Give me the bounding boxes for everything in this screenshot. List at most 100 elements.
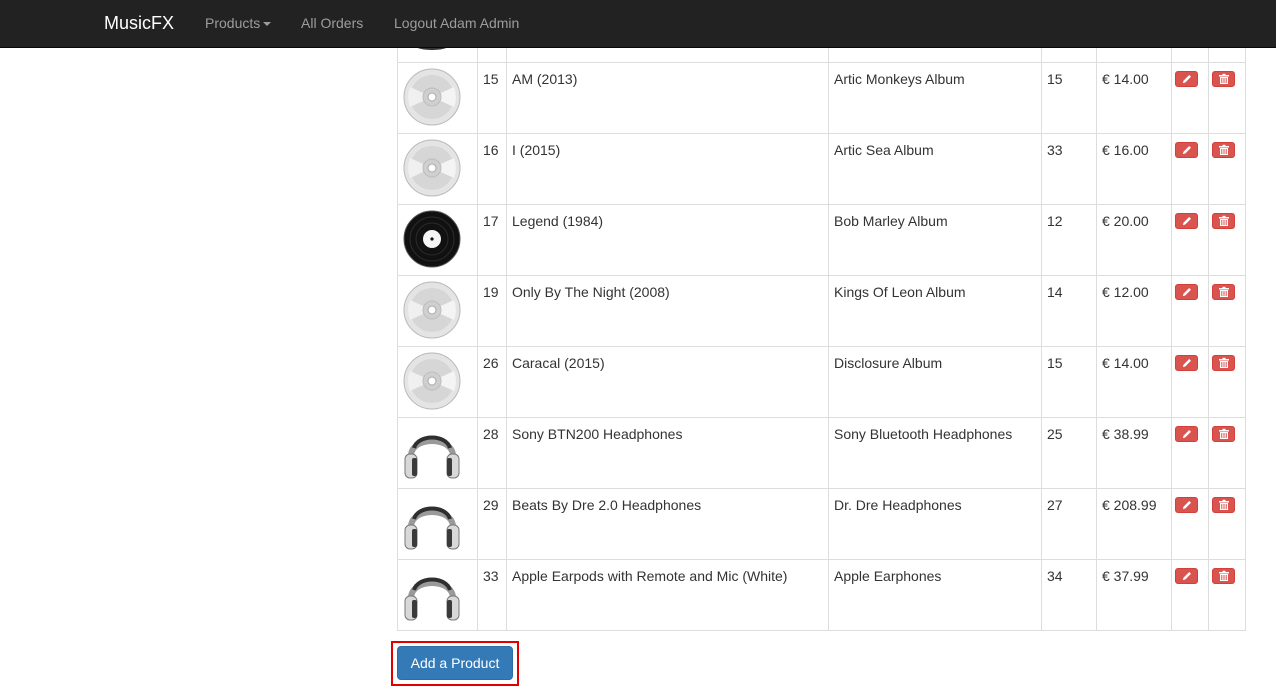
nav-all-orders[interactable]: All Orders <box>301 15 363 31</box>
delete-cell <box>1208 62 1246 134</box>
trash-icon <box>1219 428 1229 439</box>
headphones-icon <box>404 577 460 621</box>
trash-icon <box>1219 570 1229 581</box>
product-description: Artic Monkeys Album <box>828 62 1042 134</box>
delete-button[interactable] <box>1212 142 1235 158</box>
delete-cell <box>1208 133 1246 205</box>
product-description: Apple Earphones <box>828 559 1042 631</box>
product-image-cell <box>397 275 478 347</box>
product-id: 29 <box>477 488 507 560</box>
product-id: 17 <box>477 204 507 276</box>
product-image-cell <box>397 133 478 205</box>
product-id: 26 <box>477 346 507 418</box>
product-image-cell <box>397 204 478 276</box>
navbar: MusicFX Products All Orders Logout Adam … <box>0 0 1276 48</box>
brand-link[interactable]: MusicFX <box>104 13 174 34</box>
trash-icon <box>1219 73 1229 84</box>
product-id: 33 <box>477 559 507 631</box>
trash-icon <box>1219 357 1229 368</box>
trash-icon <box>1219 215 1229 226</box>
edit-cell <box>1171 275 1209 347</box>
product-id: 16 <box>477 133 507 205</box>
cd-icon <box>403 352 461 410</box>
product-quantity: 33 <box>1041 133 1097 205</box>
add-product-button[interactable]: Add a Product <box>397 646 513 680</box>
delete-button[interactable] <box>1212 426 1235 442</box>
product-price: € 12.00 <box>1096 275 1172 347</box>
table-row: 19 Only By The Night (2008) Kings Of Leo… <box>397 275 1246 347</box>
pencil-icon <box>1183 75 1191 83</box>
headphones-icon <box>404 435 460 479</box>
product-name: I (2015) <box>506 133 829 205</box>
product-price: € 20.00 <box>1096 204 1172 276</box>
product-description: Bob Marley Album <box>828 204 1042 276</box>
table-row: 16 I (2015) Artic Sea Album 33 € 16.00 <box>397 133 1246 205</box>
product-image-cell <box>397 417 478 489</box>
delete-button[interactable] <box>1212 355 1235 371</box>
delete-cell <box>1208 275 1246 347</box>
edit-button[interactable] <box>1175 213 1198 229</box>
vinyl-icon <box>403 210 461 268</box>
products-table: 15 AM (2013) Artic Monkeys Album 15 € 14… <box>397 0 1246 631</box>
edit-button[interactable] <box>1175 71 1198 87</box>
table-row: 29 Beats By Dre 2.0 Headphones Dr. Dre H… <box>397 488 1246 560</box>
product-description: Disclosure Album <box>828 346 1042 418</box>
edit-cell <box>1171 204 1209 276</box>
edit-cell <box>1171 133 1209 205</box>
product-name: Apple Earpods with Remote and Mic (White… <box>506 559 829 631</box>
edit-button[interactable] <box>1175 426 1198 442</box>
trash-icon <box>1219 286 1229 297</box>
product-image-cell <box>397 559 478 631</box>
product-image-cell <box>397 62 478 134</box>
table-row: 26 Caracal (2015) Disclosure Album 15 € … <box>397 346 1246 418</box>
delete-button[interactable] <box>1212 497 1235 513</box>
product-price: € 208.99 <box>1096 488 1172 560</box>
table-row: 28 Sony BTN200 Headphones Sony Bluetooth… <box>397 417 1246 489</box>
trash-icon <box>1219 144 1229 155</box>
edit-button[interactable] <box>1175 284 1198 300</box>
pencil-icon <box>1183 430 1191 438</box>
product-quantity: 34 <box>1041 559 1097 631</box>
product-name: Legend (1984) <box>506 204 829 276</box>
product-name: AM (2013) <box>506 62 829 134</box>
edit-button[interactable] <box>1175 568 1198 584</box>
pencil-icon <box>1183 288 1191 296</box>
product-quantity: 14 <box>1041 275 1097 347</box>
edit-button[interactable] <box>1175 497 1198 513</box>
product-price: € 14.00 <box>1096 346 1172 418</box>
delete-cell <box>1208 204 1246 276</box>
edit-button[interactable] <box>1175 355 1198 371</box>
products-dropdown-label: Products <box>205 15 261 31</box>
trash-icon <box>1219 499 1229 510</box>
product-name: Beats By Dre 2.0 Headphones <box>506 488 829 560</box>
product-price: € 38.99 <box>1096 417 1172 489</box>
product-image-cell <box>397 346 478 418</box>
product-name: Caracal (2015) <box>506 346 829 418</box>
product-id: 28 <box>477 417 507 489</box>
delete-cell <box>1208 488 1246 560</box>
pencil-icon <box>1183 501 1191 509</box>
edit-cell <box>1171 346 1209 418</box>
products-table-body: 15 AM (2013) Artic Monkeys Album 15 € 14… <box>397 0 1246 631</box>
product-quantity: 25 <box>1041 417 1097 489</box>
pencil-icon <box>1183 146 1191 154</box>
caret-down-icon <box>263 22 272 27</box>
product-quantity: 15 <box>1041 62 1097 134</box>
product-price: € 16.00 <box>1096 133 1172 205</box>
delete-button[interactable] <box>1212 213 1235 229</box>
nav-logout[interactable]: Logout Adam Admin <box>394 15 519 31</box>
cd-icon <box>403 139 461 197</box>
edit-cell <box>1171 488 1209 560</box>
product-name: Only By The Night (2008) <box>506 275 829 347</box>
pencil-icon <box>1183 359 1191 367</box>
delete-cell <box>1208 417 1246 489</box>
product-description: Artic Sea Album <box>828 133 1042 205</box>
products-dropdown[interactable]: Products <box>205 15 272 31</box>
edit-button[interactable] <box>1175 142 1198 158</box>
delete-button[interactable] <box>1212 284 1235 300</box>
cd-icon <box>403 68 461 126</box>
delete-button[interactable] <box>1212 71 1235 87</box>
table-row: 33 Apple Earpods with Remote and Mic (Wh… <box>397 559 1246 631</box>
delete-button[interactable] <box>1212 568 1235 584</box>
product-description: Kings Of Leon Album <box>828 275 1042 347</box>
